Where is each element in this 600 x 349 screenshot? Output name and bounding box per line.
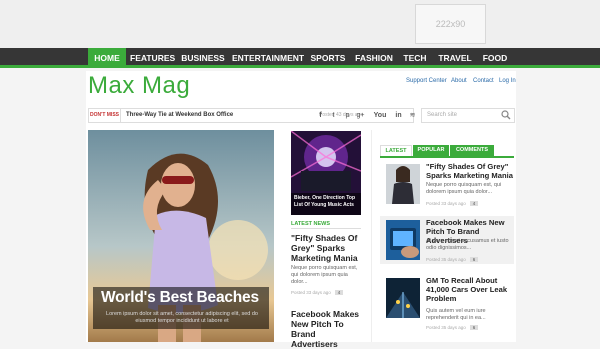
nav-food[interactable]: FOOD: [480, 48, 510, 68]
sidebar-posted-1: Posted 33 days ago: [426, 201, 466, 206]
hero-feature[interactable]: World's Best Beaches Lorem ipsum dolor s…: [88, 130, 274, 342]
ad-label: 222x90: [435, 19, 466, 29]
sidebar-meta-1: Posted 33 days ago 4: [426, 201, 479, 206]
nav-features[interactable]: FEATURES: [130, 48, 175, 68]
spotlight-card[interactable]: Bieber, One Direction Top List Of Young …: [291, 131, 361, 215]
tab-comments[interactable]: COMMENTS: [450, 145, 494, 156]
hero-caption: World's Best Beaches Lorem ipsum dolor s…: [93, 287, 269, 329]
site-logo[interactable]: Max Mag: [88, 72, 190, 100]
youtube-icon[interactable]: You: [371, 109, 389, 122]
sidebar-excerpt-2: At vero eos et accusamus et iusto odio d…: [426, 238, 509, 251]
search-icon[interactable]: [501, 110, 511, 120]
column-divider: [371, 130, 372, 342]
nav-entertainment[interactable]: ENTERTAINMENT: [232, 48, 304, 68]
sidebar-title-1[interactable]: "Fifty Shades Of Grey" Sparks Marketing …: [426, 162, 514, 180]
pinterest-icon[interactable]: p: [341, 109, 354, 122]
latest-news-heading: LATEST NEWS: [291, 221, 331, 227]
sidebar-count-2[interactable]: 6: [469, 257, 479, 262]
link-about[interactable]: About: [451, 78, 467, 84]
sidebar-count-1[interactable]: 4: [469, 201, 479, 206]
latest-news-divider: [291, 228, 361, 229]
nav-sports[interactable]: SPORTS: [308, 48, 348, 68]
ticker-label: DON'T MISS: [89, 109, 121, 122]
tab-popular[interactable]: POPULAR: [413, 145, 449, 156]
googleplus-icon[interactable]: g+: [354, 109, 367, 122]
main-nav: HOME FEATURES BUSINESS ENTERTAINMENT SPO…: [0, 48, 600, 68]
latest-news-title-2[interactable]: Facebook Makes New Pitch To Brand Advert…: [291, 309, 363, 349]
nav-home[interactable]: HOME: [88, 48, 126, 68]
tab-latest[interactable]: LATEST: [380, 145, 412, 156]
facebook-icon[interactable]: f: [314, 109, 327, 122]
sidebar-meta-2: Posted 35 days ago 6: [426, 257, 479, 262]
hero-excerpt: Lorem ipsum dolor sit amet, consectetur …: [106, 311, 258, 324]
sidebar-excerpt-1: Neque porro quisquam est, qui dolorem ip…: [426, 182, 502, 195]
latest-news-excerpt: Neque porro quisquam est, qui dolorem ip…: [291, 265, 358, 286]
sidebar-item-3[interactable]: GM To Recall About 41,000 Cars Over Leak…: [380, 274, 514, 330]
sidebar-posted-3: Posted 35 days ago: [426, 325, 466, 330]
link-support-center[interactable]: Support Center: [406, 78, 447, 84]
twitter-icon[interactable]: t: [327, 109, 340, 122]
comment-count-badge[interactable]: 4: [334, 290, 344, 295]
link-contact[interactable]: Contact: [473, 78, 494, 84]
latest-news-posted: Posted 33 days ago: [291, 290, 331, 295]
rss-icon[interactable]: ≋: [406, 109, 419, 122]
search-placeholder: Search site: [427, 112, 458, 118]
sidebar-excerpt-3: Quis autem vel eum iure reprehenderit qu…: [426, 308, 486, 321]
latest-news-title[interactable]: "Fifty Shades Of Grey" Sparks Marketing …: [291, 233, 363, 263]
sidebar-posted-2: Posted 35 days ago: [426, 257, 466, 262]
sidebar-thumb-3: [386, 278, 420, 318]
nav-fashion[interactable]: FASHION: [354, 48, 394, 68]
nav-tech[interactable]: TECH: [400, 48, 430, 68]
sidebar-thumb-1: [386, 164, 420, 204]
header-bar: [0, 0, 600, 48]
sidebar-thumb-2: [386, 220, 420, 260]
ad-banner[interactable]: 222x90: [415, 4, 486, 44]
ticker-headline[interactable]: Three-Way Tie at Weekend Box Office: [126, 109, 233, 122]
nav-business[interactable]: BUSINESS: [180, 48, 226, 68]
sidebar-meta-3: Posted 35 days ago 6: [426, 325, 479, 330]
sidebar-title-3[interactable]: GM To Recall About 41,000 Cars Over Leak…: [426, 276, 514, 303]
sidebar-count-3[interactable]: 6: [469, 325, 479, 330]
sidebar-item-1[interactable]: "Fifty Shades Of Grey" Sparks Marketing …: [380, 160, 514, 208]
search-box[interactable]: Search site: [421, 108, 515, 123]
hero-title[interactable]: World's Best Beaches: [101, 289, 259, 307]
sidebar-item-2[interactable]: Facebook Makes New Pitch To Brand Advert…: [380, 216, 514, 264]
nav-travel[interactable]: TRAVEL: [436, 48, 474, 68]
spotlight-title[interactable]: Bieber, One Direction Top List Of Young …: [294, 195, 358, 208]
linkedin-icon[interactable]: in: [392, 109, 405, 122]
latest-news-meta: Posted 33 days ago 4: [291, 290, 344, 295]
tabs-underline: [380, 156, 514, 158]
link-login[interactable]: Log In: [499, 78, 516, 84]
